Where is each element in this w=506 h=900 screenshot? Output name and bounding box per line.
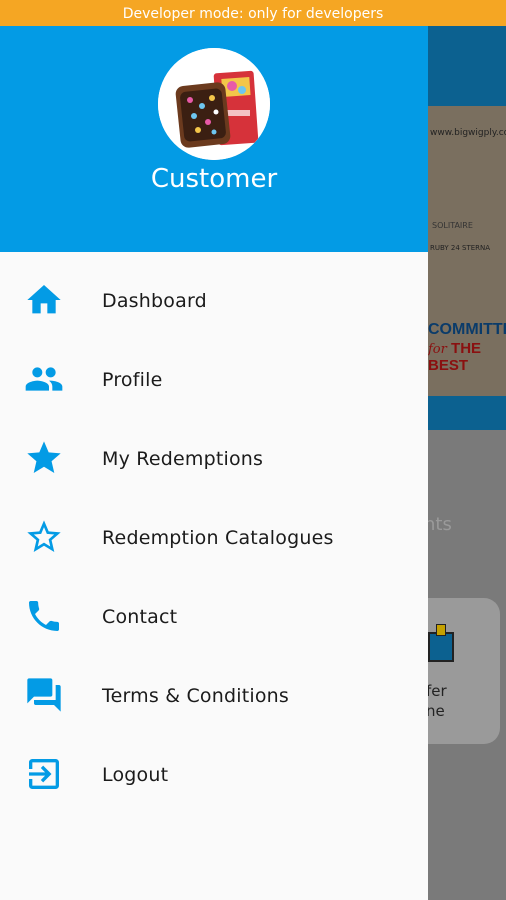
menu-item-dashboard[interactable]: Dashboard [0, 262, 428, 341]
phone-icon [24, 596, 64, 636]
menu-item-my-redemptions[interactable]: My Redemptions [0, 420, 428, 499]
drawer-header: Customer [0, 26, 428, 252]
banner-committed-text: COMMITTED [428, 321, 506, 338]
logout-icon [24, 754, 64, 794]
card-text-line2: ne [426, 702, 445, 720]
menu-item-label: Redemption Catalogues [102, 527, 334, 549]
customer-avatar[interactable] [158, 48, 270, 160]
banner-for-text: for [428, 342, 447, 357]
people-icon [24, 359, 64, 399]
avatar-image [158, 48, 270, 160]
drawer-menu: Dashboard Profile My Redemptions Redempt… [0, 262, 428, 815]
menu-item-label: My Redemptions [102, 448, 264, 470]
menu-item-label: Contact [102, 606, 178, 628]
banner-best-text: for THE BEST [428, 340, 506, 374]
menu-item-label: Logout [102, 764, 169, 786]
navigation-drawer: Customer Dashboard Profile My Redemption… [0, 26, 428, 900]
menu-item-logout[interactable]: Logout [0, 736, 428, 815]
menu-item-label: Terms & Conditions [102, 685, 290, 707]
banner-url-text: www.bigwigply.co [430, 128, 506, 138]
developer-mode-banner: Developer mode: only for developers [0, 0, 506, 26]
menu-item-label: Profile [102, 369, 163, 391]
customer-name: Customer [150, 164, 278, 194]
star-icon [24, 438, 64, 478]
menu-item-profile[interactable]: Profile [0, 341, 428, 420]
background-section-title: nts [424, 514, 452, 535]
banner-strip-text: RUBY 24 STERNA [430, 244, 491, 252]
menu-item-terms-conditions[interactable]: Terms & Conditions [0, 657, 428, 736]
menu-item-label: Dashboard [102, 290, 207, 312]
star-outline-icon [24, 517, 64, 557]
menu-item-redemption-catalogues[interactable]: Redemption Catalogues [0, 499, 428, 578]
home-icon [24, 280, 64, 320]
menu-item-contact[interactable]: Contact [0, 578, 428, 657]
banner-logo-text: SOLITAIRE [432, 221, 473, 230]
chat-icon [24, 675, 64, 715]
card-text-line1: fer [426, 682, 447, 700]
gift-icon [428, 624, 454, 662]
